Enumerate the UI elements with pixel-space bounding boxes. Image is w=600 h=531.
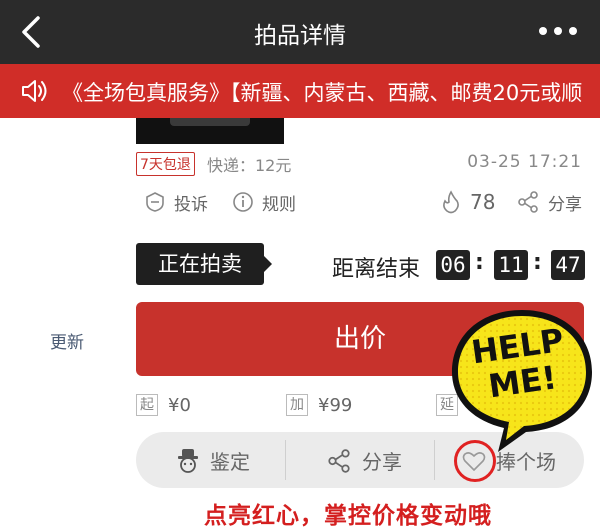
complaint-label: 投诉 bbox=[174, 194, 208, 215]
heat-count: 78 bbox=[470, 190, 496, 214]
bottom-share-button[interactable]: 分享 bbox=[326, 446, 402, 475]
share-label: 分享 bbox=[548, 194, 582, 215]
more-dots-icon[interactable] bbox=[538, 24, 578, 38]
bottom-share-label: 分享 bbox=[362, 450, 402, 474]
appraiser-icon bbox=[178, 448, 198, 473]
share-icon bbox=[518, 191, 538, 213]
notice-text: 《全场包真服务》【新疆、内蒙古、西藏、邮费20元或顺 bbox=[62, 81, 583, 105]
countdown-separator: : bbox=[533, 250, 542, 275]
countdown-separator: : bbox=[475, 250, 484, 275]
appraise-button[interactable]: 鉴定 bbox=[176, 446, 250, 475]
item-image-detail bbox=[170, 118, 250, 126]
bid-increment: 加 ¥99 bbox=[286, 394, 352, 416]
status-badge-pointer bbox=[264, 256, 272, 272]
divider bbox=[285, 440, 286, 480]
auction-status-badge: 正在拍卖 bbox=[136, 243, 264, 285]
notice-bar[interactable]: 《全场包真服务》【新疆、内蒙古、西藏、邮费20元或顺 bbox=[0, 64, 600, 118]
rules-button[interactable]: 规则 bbox=[232, 189, 296, 215]
countdown-hours: 06 bbox=[436, 250, 470, 280]
speaker-icon bbox=[22, 80, 47, 102]
bid-increment-value: ¥99 bbox=[318, 394, 353, 416]
start-price-value: ¥0 bbox=[168, 394, 191, 416]
flame-icon bbox=[443, 190, 459, 214]
start-price: 起 ¥0 bbox=[136, 394, 191, 416]
info-icon bbox=[233, 192, 253, 212]
return-policy-badge: 7天包退 bbox=[136, 152, 195, 176]
item-image[interactable] bbox=[136, 118, 284, 144]
start-price-tag: 起 bbox=[136, 394, 158, 416]
appraise-label: 鉴定 bbox=[210, 450, 250, 474]
listing-time: 03-25 17:21 bbox=[467, 152, 582, 172]
countdown-minutes: 11 bbox=[494, 250, 528, 280]
promo-caption: 点亮红心，掌控价格变动哦 bbox=[204, 503, 492, 529]
shipping-fee: 快递：12元 bbox=[207, 156, 292, 175]
complaint-icon bbox=[146, 192, 164, 212]
countdown-seconds: 47 bbox=[551, 250, 585, 280]
share-button[interactable]: 分享 bbox=[516, 189, 582, 215]
divider bbox=[434, 440, 435, 480]
top-bar: 拍品详情 bbox=[0, 0, 600, 64]
complaint-button[interactable]: 投诉 bbox=[144, 189, 208, 215]
bid-increment-tag: 加 bbox=[286, 394, 308, 416]
page-title: 拍品详情 bbox=[254, 23, 346, 49]
countdown-label: 距离结束 bbox=[332, 257, 421, 282]
rules-label: 规则 bbox=[262, 194, 296, 215]
heat-counter: 78 bbox=[440, 189, 495, 215]
share-icon bbox=[328, 448, 350, 473]
update-button[interactable]: 更新 bbox=[50, 328, 84, 353]
